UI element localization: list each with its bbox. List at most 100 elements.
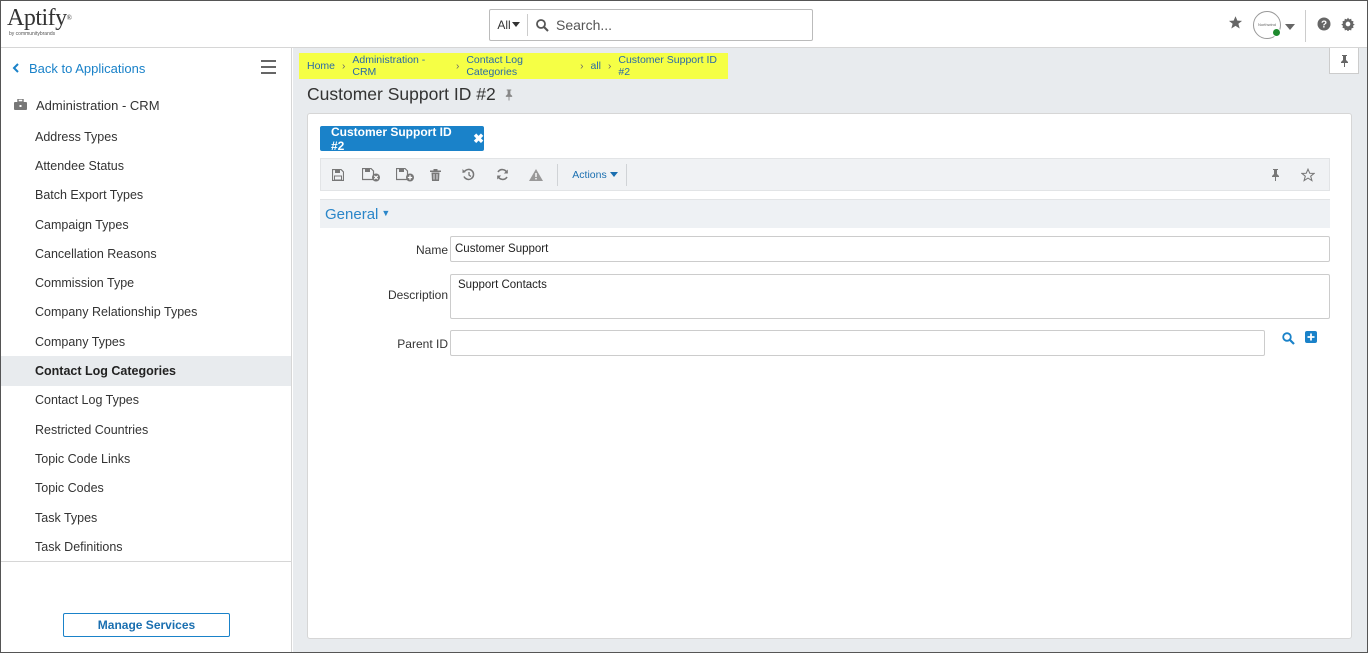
sidebar-item-contact-log-types[interactable]: Contact Log Types	[1, 386, 291, 415]
breadcrumb-separator-icon: ›	[608, 60, 612, 72]
search-scope-dropdown[interactable]: All	[490, 14, 528, 36]
chevron-left-icon	[12, 63, 19, 73]
record-tab-label: Customer Support ID #2	[331, 124, 452, 153]
breadcrumb-current-record: Customer Support ID #2	[618, 54, 717, 78]
favorites-star-icon[interactable]	[1228, 15, 1243, 33]
record-card: Customer Support ID #2 ✖ Actions General…	[307, 113, 1352, 639]
global-search: All	[489, 9, 813, 41]
breadcrumb: Home › Administration - CRM › Contact Lo…	[299, 53, 728, 79]
sidebar: Back to Applications Administration - CR…	[1, 48, 292, 652]
manage-services-button[interactable]: Manage Services	[63, 613, 230, 637]
sidebar-item-label: Address Types	[35, 129, 118, 144]
breadcrumb-home[interactable]: Home	[307, 60, 335, 72]
sidebar-item-restricted-countries[interactable]: Restricted Countries	[1, 415, 291, 444]
sidebar-app-header: Administration - CRM	[1, 93, 291, 117]
page-title-row: Customer Support ID #2	[307, 83, 514, 105]
search-icon[interactable]	[536, 18, 550, 32]
top-bar: Aptify® by communitybrands All Northwind…	[1, 1, 1367, 53]
logo-text: Aptify	[7, 5, 67, 31]
name-label: Name	[415, 243, 448, 257]
caret-down-icon: ▼	[381, 207, 391, 218]
sidebar-item-label: Topic Codes	[35, 481, 104, 496]
back-row: Back to Applications	[1, 48, 291, 88]
sidebar-item-label: Batch Export Types	[35, 188, 144, 203]
logo-subtext: by communitybrands	[9, 31, 56, 37]
sidebar-item-campaign-types[interactable]: Campaign Types	[1, 210, 291, 239]
parent-id-search-icon[interactable]	[1282, 332, 1295, 348]
save-icon[interactable]	[327, 159, 349, 190]
sidebar-item-task-definitions[interactable]: Task Definitions	[1, 532, 291, 561]
name-field[interactable]	[450, 236, 1330, 262]
sidebar-item-commission-type[interactable]: Commission Type	[1, 268, 291, 297]
sidebar-item-label: Task Types	[35, 510, 98, 525]
undo-history-icon[interactable]	[457, 159, 479, 190]
close-tab-icon[interactable]: ✖	[473, 131, 484, 147]
sidebar-item-label: Cancellation Reasons	[35, 246, 157, 261]
sidebar-item-label: Topic Code Links	[35, 451, 131, 466]
sidebar-item-label: Campaign Types	[35, 217, 129, 232]
breadcrumb-separator-icon: ›	[580, 60, 584, 72]
page-title: Customer Support ID #2	[307, 83, 496, 104]
briefcase-icon	[14, 99, 27, 110]
section-general-header[interactable]: General ▼	[320, 199, 1330, 228]
delete-icon[interactable]	[425, 159, 445, 190]
sidebar-item-task-types[interactable]: Task Types	[1, 503, 291, 532]
parent-id-field[interactable]	[450, 330, 1265, 356]
toolbar-separator	[626, 164, 627, 186]
sidebar-item-company-relationship-types[interactable]: Company Relationship Types	[1, 298, 291, 327]
sidebar-item-label: Task Definitions	[35, 539, 123, 554]
sidebar-item-label: Company Relationship Types	[35, 305, 198, 320]
header-divider	[1305, 10, 1306, 42]
description-label: Description	[387, 288, 448, 302]
sidebar-item-label: Contact Log Categories	[35, 364, 176, 379]
help-icon[interactable]: ?	[1317, 17, 1331, 34]
actions-dropdown-button[interactable]: Actions	[565, 159, 625, 190]
toolbar-separator	[557, 164, 558, 186]
pin-record-icon[interactable]	[504, 89, 514, 101]
search-scope-label: All	[497, 18, 511, 32]
record-toolbar: Actions	[320, 158, 1330, 191]
parent-id-add-icon[interactable]	[1305, 331, 1317, 346]
sidebar-item-attendee-status[interactable]: Attendee Status	[1, 151, 291, 180]
aptify-logo[interactable]: Aptify® by communitybrands	[7, 5, 77, 45]
actions-label: Actions	[572, 168, 607, 181]
save-and-new-icon[interactable]	[393, 159, 417, 190]
breadcrumb-separator-icon: ›	[342, 60, 346, 72]
parent-id-label: Parent ID	[397, 337, 448, 351]
breadcrumb-separator-icon: ›	[455, 60, 460, 72]
user-menu-chevron-down-icon[interactable]	[1285, 20, 1295, 34]
back-to-applications-link[interactable]: Back to Applications	[12, 61, 145, 76]
sidebar-item-company-types[interactable]: Company Types	[1, 327, 291, 356]
back-label: Back to Applications	[29, 60, 146, 76]
app-name: Administration - CRM	[36, 97, 160, 113]
caret-down-icon	[609, 171, 618, 177]
save-and-close-icon[interactable]	[359, 159, 383, 190]
pin-icon[interactable]	[1264, 159, 1286, 190]
sidebar-item-address-types[interactable]: Address Types	[1, 122, 291, 151]
refresh-icon[interactable]	[491, 159, 513, 190]
sidebar-item-contact-log-categories[interactable]: Contact Log Categories	[1, 356, 291, 386]
warning-icon[interactable]	[525, 159, 547, 190]
sidebar-item-label: Attendee Status	[35, 158, 124, 173]
sidebar-nav-list: Address Types Attendee Status Batch Expo…	[1, 122, 291, 561]
sidebar-item-topic-code-links[interactable]: Topic Code Links	[1, 444, 291, 473]
sidebar-item-label: Company Types	[35, 334, 126, 349]
favorite-star-icon[interactable]	[1297, 159, 1319, 190]
breadcrumb-contact-log-categories[interactable]: Contact Log Categories	[466, 54, 573, 78]
sidebar-item-cancellation-reasons[interactable]: Cancellation Reasons	[1, 239, 291, 268]
record-tab[interactable]: Customer Support ID #2 ✖	[320, 124, 484, 153]
settings-gear-icon[interactable]	[1341, 17, 1355, 34]
pin-icon	[1340, 54, 1348, 67]
sidebar-item-label: Commission Type	[35, 276, 135, 291]
presence-status-indicator	[1272, 28, 1281, 37]
sidebar-item-topic-codes[interactable]: Topic Codes	[1, 474, 291, 503]
hamburger-menu-icon[interactable]	[261, 60, 276, 74]
breadcrumb-administration-crm[interactable]: Administration - CRM	[352, 54, 449, 78]
search-input[interactable]	[556, 11, 806, 39]
sidebar-item-label: Restricted Countries	[35, 422, 149, 437]
pin-panel-button[interactable]	[1329, 48, 1359, 74]
description-field[interactable]: Support Contacts	[450, 274, 1330, 319]
sidebar-item-batch-export-types[interactable]: Batch Export Types	[1, 181, 291, 210]
sidebar-divider	[1, 561, 291, 562]
breadcrumb-all[interactable]: all	[591, 60, 602, 72]
